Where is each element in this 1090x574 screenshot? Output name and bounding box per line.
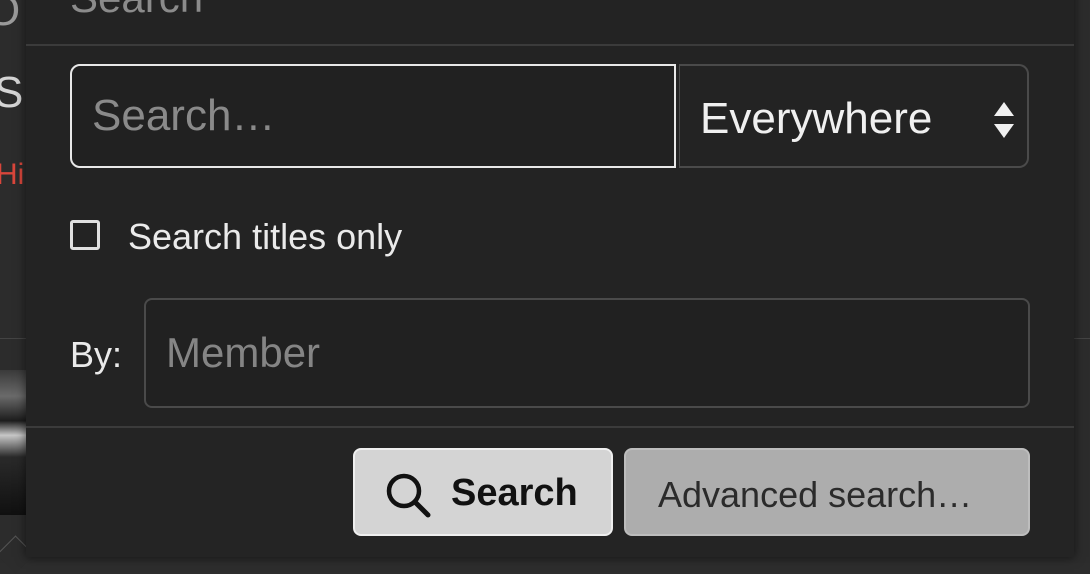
- background-text-fragment: S: [0, 68, 24, 117]
- search-scope-value: Everywhere: [700, 94, 933, 143]
- search-menu: Search Everywhere Search titles only By:…: [26, 0, 1074, 557]
- advanced-search-button[interactable]: Advanced search…: [624, 448, 1030, 536]
- search-row: Everywhere: [70, 64, 1030, 172]
- search-button-label: Search: [451, 472, 578, 514]
- search-titles-only-label[interactable]: Search titles only: [128, 216, 402, 258]
- search-titles-only-checkbox[interactable]: [70, 220, 100, 250]
- sort-arrows-icon: [994, 102, 1014, 138]
- menu-footer: Search Advanced search…: [26, 426, 1074, 557]
- search-button[interactable]: Search: [353, 448, 613, 536]
- background-divider: [1072, 338, 1090, 339]
- search-icon: [386, 473, 431, 518]
- by-member-label: By:: [70, 334, 123, 375]
- search-input[interactable]: [70, 64, 676, 168]
- background-link-fragment: Hi: [0, 158, 25, 191]
- advanced-search-button-label: Advanced search…: [658, 474, 973, 515]
- background-avatar: [0, 370, 26, 515]
- background-text-fragment: O: [0, 0, 21, 35]
- menu-title: Search: [70, 0, 203, 22]
- menu-header: Search: [26, 0, 1074, 46]
- member-input[interactable]: [144, 298, 1030, 408]
- search-scope-select[interactable]: Everywhere: [679, 64, 1029, 168]
